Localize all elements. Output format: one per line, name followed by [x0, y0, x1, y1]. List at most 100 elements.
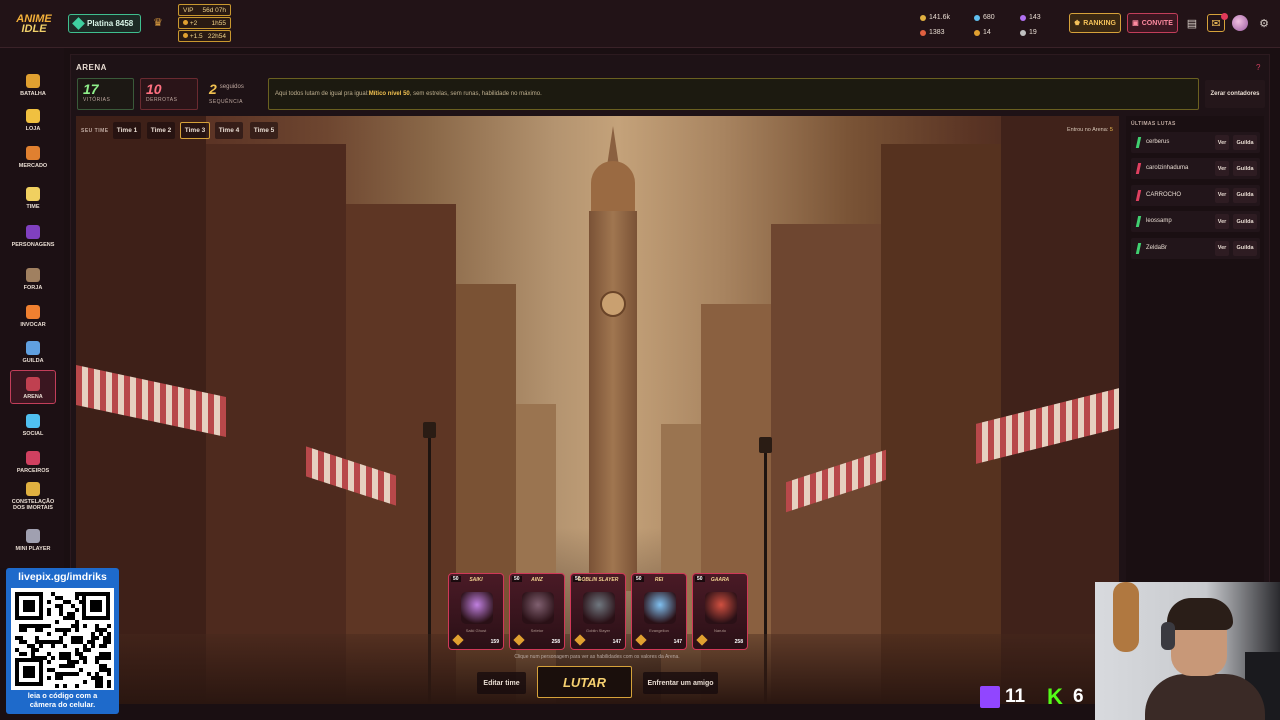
sidebar-item-guilda[interactable]: GUILDA	[10, 333, 56, 367]
sidebar-item-label: SOCIAL	[22, 431, 44, 437]
card-subtitle: Seletor	[530, 628, 544, 633]
logo-line-2: IDLE	[21, 23, 47, 35]
sidebar-item-arena[interactable]: ARENA	[10, 370, 56, 404]
sidebar-item-forja[interactable]: FORJA	[10, 260, 56, 294]
card-subtitle: Evangelion	[649, 628, 669, 633]
character-card[interactable]: 50 GAARA Naruto 258	[692, 573, 748, 650]
tab-time-2[interactable]: Time 2	[147, 122, 175, 139]
view-guild-button[interactable]: Guilda	[1233, 135, 1257, 150]
view-fight-button[interactable]: Ver	[1215, 135, 1229, 150]
livepix-url: livepix.gg/imdriks	[18, 571, 107, 583]
character-portrait	[705, 592, 737, 624]
currency-value: 680	[983, 14, 995, 21]
sidebar-item-mini[interactable]: MINI PLAYER	[10, 521, 56, 555]
challenge-friend-button[interactable]: Enfrentar um amigo	[643, 672, 718, 694]
view-guild-button[interactable]: Guilda	[1233, 214, 1257, 230]
book-icon[interactable]: ▤	[1183, 14, 1201, 32]
sidebar-item-batalha[interactable]: BATALHA	[10, 66, 56, 100]
rarity-star-icon	[452, 634, 464, 646]
clock-face	[600, 291, 626, 317]
currency-value: 141.6k	[929, 14, 951, 21]
card-subtitle: Saiki Ghost	[465, 628, 487, 633]
sidebar-icon	[26, 146, 40, 160]
tab-time-5[interactable]: Time 5	[250, 122, 278, 139]
card-name: SAIKI	[469, 577, 483, 583]
currency-icon	[920, 29, 926, 36]
vip-panel[interactable]: VIP 56d 07h +2 1h55 +1.5 22h54	[178, 4, 231, 43]
view-fight-button[interactable]: Ver	[1215, 240, 1229, 256]
win-flag-icon	[1135, 137, 1142, 148]
building-left-3	[346, 204, 456, 704]
currency-item: 143	[1020, 11, 1060, 24]
boost-coin-icon	[183, 19, 188, 25]
sidebar-item-personagens[interactable]: PERSONAGENS	[10, 217, 56, 251]
view-guild-button[interactable]: Guilda	[1233, 187, 1257, 203]
entries-value: 5	[1109, 127, 1113, 133]
card-name: GAARA	[710, 577, 730, 583]
ranking-label: RANKING	[1083, 19, 1116, 27]
tab-time-1[interactable]: Time 1	[113, 122, 141, 139]
sidebar-icon	[26, 529, 40, 543]
streak-stat: 2 seguidos SEQUÊNCIA	[204, 78, 264, 110]
arena-rules-banner: Aqui todos lutam de igual pra igual: Míti…	[268, 78, 1199, 110]
tab-time-4[interactable]: Time 4	[215, 122, 243, 139]
sidebar: BATALHA LOJA MERCADO TIME PERSONAGENS FORJA IN…	[0, 48, 64, 568]
view-fight-button[interactable]: Ver	[1215, 161, 1229, 177]
rank-badge[interactable]: Platina 8458	[68, 14, 141, 33]
fight-button[interactable]: LUTAR	[537, 666, 632, 698]
sidebar-item-invocar[interactable]: INVOCAR	[10, 297, 56, 331]
sidebar-item-loja[interactable]: LOJA	[10, 101, 56, 135]
sidebar-item-social[interactable]: SOCIAL	[10, 406, 56, 440]
character-card[interactable]: 50 GOBLIN SLAYER Goblin Slayer 147	[570, 573, 626, 650]
card-name: GOBLIN SLAYER	[577, 577, 619, 583]
vip-crown-icon[interactable]: ♛	[153, 16, 165, 30]
sidebar-item-mercado[interactable]: MERCADO	[10, 138, 56, 172]
view-guild-button[interactable]: Guilda	[1233, 240, 1257, 256]
edit-team-button[interactable]: Editar time	[477, 672, 526, 694]
currency-icon	[974, 29, 980, 36]
character-portrait	[583, 592, 615, 624]
character-portrait	[644, 592, 676, 624]
rules-prefix: Aqui todos lutam de igual pra igual:	[275, 91, 369, 97]
losses-stat: 10 DERROTAS	[140, 78, 198, 110]
view-fight-button[interactable]: Ver	[1215, 187, 1229, 203]
sidebar-item-time[interactable]: TIME	[10, 179, 56, 213]
tab-time-3[interactable]: Time 3	[180, 122, 210, 139]
opponent-name: carolzinhaduma	[1146, 165, 1189, 172]
trophy-icon: ♚	[1074, 20, 1081, 27]
loss-flag-icon	[1135, 189, 1142, 201]
sidebar-icon	[26, 305, 40, 319]
character-card[interactable]: 50 SAIKI Saiki Ghost 159	[448, 573, 504, 650]
qr-caption-line-1: leia o código com a	[27, 691, 98, 700]
reset-counters-button[interactable]: Zerar contadores	[1205, 80, 1265, 108]
card-power: 147	[612, 639, 621, 645]
view-fight-button[interactable]: Ver	[1215, 214, 1229, 230]
recent-fight-row: leossamp Ver Guilda	[1131, 211, 1260, 233]
ranking-button[interactable]: ♚ RANKING	[1069, 13, 1121, 33]
recent-fight-row: cerberus Ver Guilda	[1131, 132, 1260, 153]
character-portrait	[522, 592, 554, 624]
sidebar-item-label: PARCEIROS	[16, 468, 50, 474]
livepix-qr-overlay: livepix.gg/imdriks leia o código com a câ…	[6, 568, 119, 714]
invite-button[interactable]: ▣ CONVITE	[1127, 13, 1178, 33]
currency-icon	[1020, 14, 1026, 21]
sidebar-item-constelação[interactable]: CONSTELAÇÃO DOS IMORTAIS	[10, 480, 56, 514]
clock-tower	[581, 116, 645, 591]
boost-1-label: +2	[189, 19, 198, 27]
character-card[interactable]: 50 AINZ Seletor 258	[509, 573, 565, 650]
cards-hint: Clique num personagem para ver as habili…	[514, 654, 680, 660]
vip-label: VIP	[183, 6, 194, 14]
character-card[interactable]: 50 REI Evangelion 147	[631, 573, 687, 650]
help-icon[interactable]: ?	[1256, 63, 1260, 72]
loss-flag-icon	[1135, 163, 1142, 175]
sidebar-item-parceiros[interactable]: PARCEIROS	[10, 443, 56, 477]
currency-item: 680	[974, 11, 1020, 24]
sidebar-item-label: FORJA	[23, 285, 43, 291]
win-flag-icon	[1135, 242, 1142, 254]
gear-icon[interactable]: ⚙	[1255, 14, 1273, 32]
avatar[interactable]	[1232, 15, 1248, 31]
view-guild-button[interactable]: Guilda	[1233, 161, 1257, 177]
currency-value: 1383	[929, 29, 945, 36]
sidebar-item-label: LOJA	[25, 126, 41, 132]
game-logo[interactable]: ANIME IDLE	[16, 8, 52, 40]
